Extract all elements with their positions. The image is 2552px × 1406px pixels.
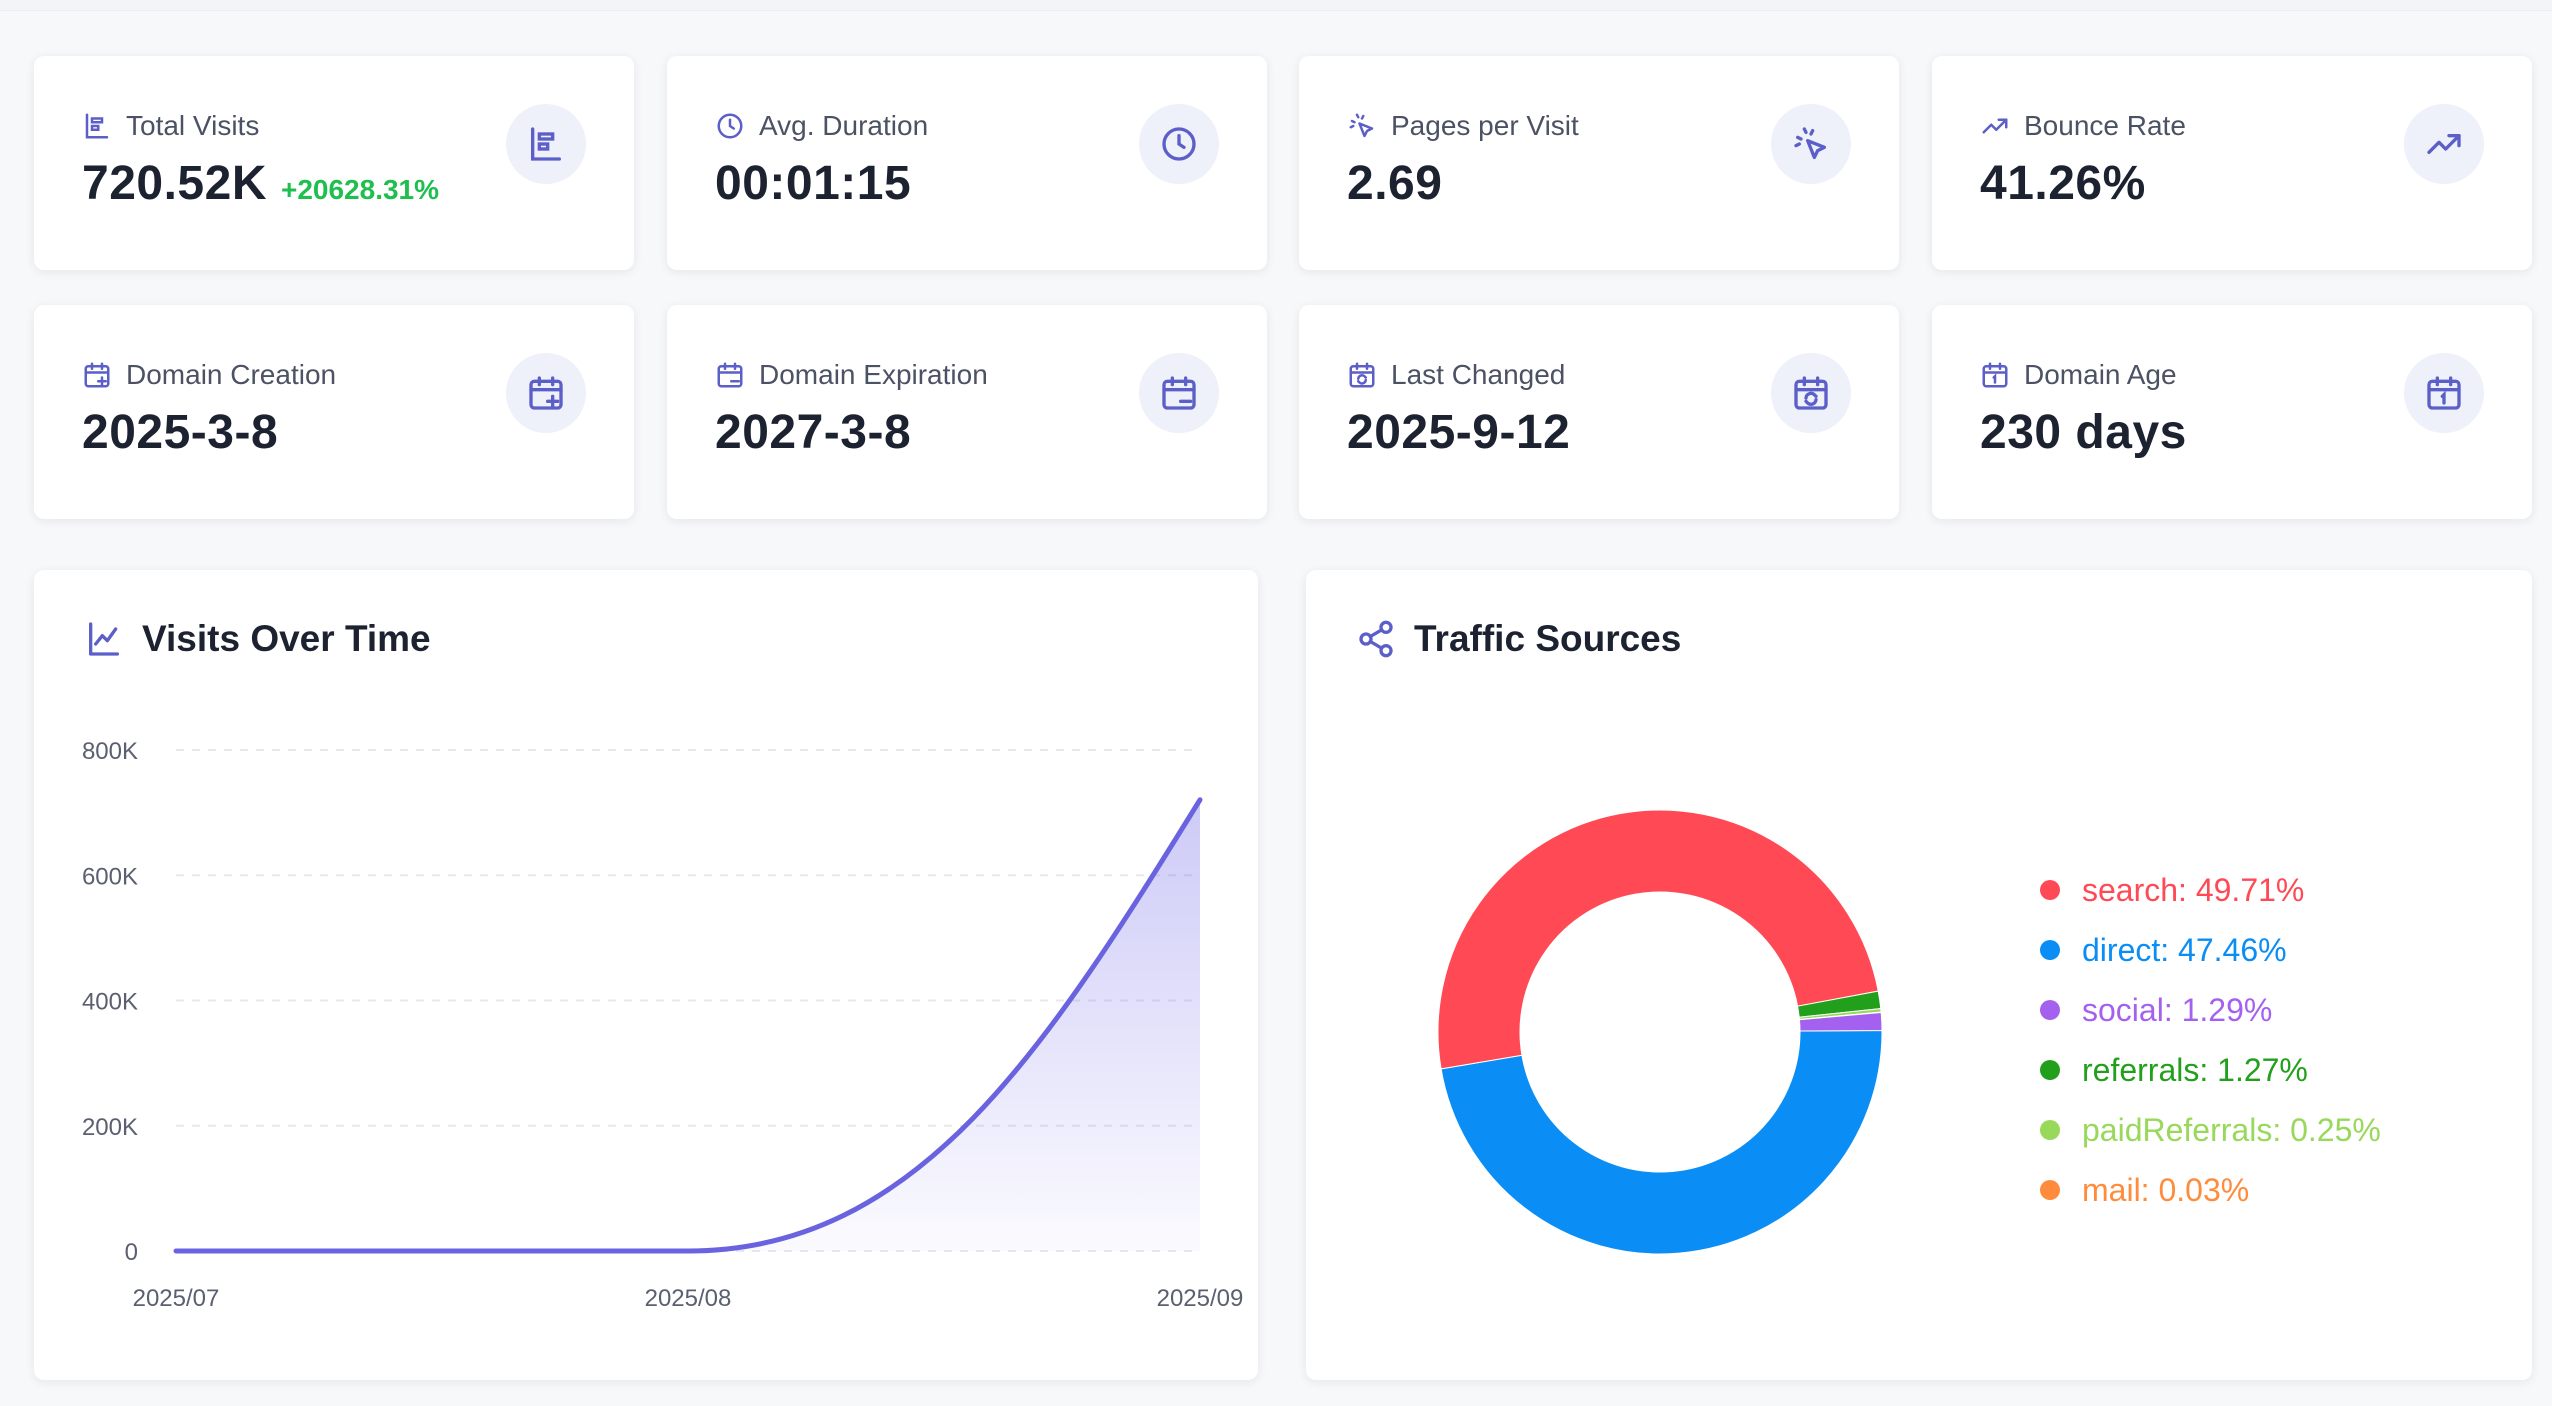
legend-dot	[2040, 880, 2060, 900]
y-tick-label: 800K	[82, 738, 138, 765]
y-tick-label: 0	[125, 1239, 138, 1266]
legend-label: search: 49.71%	[2082, 871, 2305, 908]
legend-dot	[2040, 1060, 2060, 1080]
legend-dot	[2040, 1120, 2060, 1140]
y-tick-label: 200K	[82, 1114, 138, 1141]
y-axis-ticks: 0 200K 400K 600K 800K	[82, 738, 138, 1266]
legend-dot	[2040, 1180, 2060, 1200]
x-tick-label: 2025/09	[1157, 1285, 1244, 1312]
legend-item-mail[interactable]: mail: 0.03%	[2040, 1160, 2381, 1220]
legend-item-search[interactable]: search: 49.71%	[2040, 860, 2381, 920]
legend-label: referrals: 1.27%	[2082, 1051, 2308, 1088]
x-axis-ticks: 2025/07 2025/08 2025/09	[133, 1285, 1244, 1312]
x-tick-label: 2025/08	[645, 1285, 732, 1312]
legend-label: social: 1.29%	[2082, 991, 2273, 1028]
legend-item-referrals[interactable]: referrals: 1.27%	[2040, 1040, 2381, 1100]
traffic-panel-header: Traffic Sources	[1356, 618, 1681, 660]
legend-item-social[interactable]: social: 1.29%	[2040, 980, 2381, 1040]
x-tick-label: 2025/07	[133, 1285, 220, 1312]
area-fill	[176, 799, 1200, 1251]
traffic-donut-chart	[1437, 809, 1883, 1255]
y-tick-label: 400K	[82, 989, 138, 1016]
legend-label: paidReferrals: 0.25%	[2082, 1111, 2381, 1148]
traffic-legend: search: 49.71% direct: 47.46% social: 1.…	[2040, 860, 2381, 1220]
traffic-panel-title: Traffic Sources	[1414, 618, 1682, 659]
donut-slice-direct[interactable]	[1440, 1029, 1883, 1255]
legend-dot	[2040, 940, 2060, 960]
share-icon	[1359, 620, 1393, 658]
y-tick-label: 600K	[82, 863, 138, 890]
legend-item-direct[interactable]: direct: 47.46%	[2040, 920, 2381, 980]
legend-label: direct: 47.46%	[2082, 931, 2287, 968]
legend-label: mail: 0.03%	[2082, 1171, 2250, 1208]
legend-dot	[2040, 1000, 2060, 1020]
legend-item-paidreferrals[interactable]: paidReferrals: 0.25%	[2040, 1100, 2381, 1160]
